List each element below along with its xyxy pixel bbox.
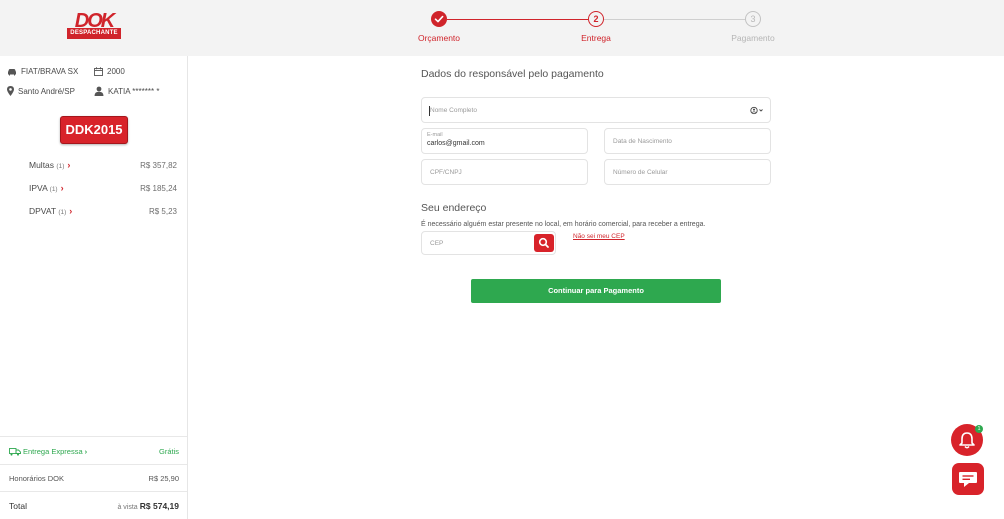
email-value: carlos@gmail.com [427, 140, 485, 147]
step-connector-pending [604, 19, 745, 20]
phone-input[interactable]: Número de Celular [604, 159, 771, 185]
dok-logo[interactable]: DOK DESPACHANTE [66, 11, 122, 42]
sidebar-divider [0, 436, 187, 437]
sidebar-divider [0, 491, 187, 492]
chevron-right-icon: › [69, 206, 73, 216]
order-summary-sidebar: FIAT/BRAVA SX 2000 Santo André/SP KATIA … [0, 56, 188, 519]
debt-row-ipva[interactable]: IPVA (1) › R$ 185,24 [29, 183, 177, 193]
vehicle-model-row: FIAT/BRAVA SX [7, 67, 78, 76]
user-icon [94, 86, 104, 96]
fees-value: R$ 25,90 [148, 474, 179, 483]
email-field[interactable]: E-mail carlos@gmail.com [421, 128, 588, 154]
fees-label: Honorários DOK [9, 474, 65, 483]
search-icon [538, 237, 549, 248]
step-1-label[interactable]: Orçamento [418, 33, 460, 43]
address-note: É necessário alguém estar presente no lo… [421, 221, 706, 228]
vehicle-owner-row: KATIA ******* * [94, 86, 159, 96]
chevron-right-icon: › [60, 183, 64, 193]
vehicle-year: 2000 [107, 67, 125, 76]
debt-label: Multas [29, 160, 55, 170]
step-2-label[interactable]: Entrega [581, 33, 611, 43]
debt-label: DPVAT [29, 206, 56, 216]
chevron-right-icon: › [84, 447, 88, 456]
delivery-row[interactable]: Entrega Expressa › Grátis [9, 447, 179, 456]
autofill-key-icon[interactable] [750, 106, 764, 115]
cpf-cnpj-input[interactable]: CPF/CNPJ [421, 159, 588, 185]
chat-support-button[interactable] [952, 463, 984, 495]
phone-placeholder: Número de Celular [613, 169, 668, 176]
cep-search-button[interactable] [534, 234, 554, 252]
payer-section-title: Dados do responsável pelo pagamento [421, 68, 604, 80]
sidebar-divider [0, 464, 187, 465]
cep-placeholder: CEP [430, 240, 444, 247]
car-icon [8, 68, 16, 75]
step-1-check-icon[interactable] [431, 11, 447, 27]
total-prefix: à vista [117, 504, 138, 511]
debt-count: (1) [58, 209, 67, 216]
full-name-placeholder: Nome Completo [430, 107, 477, 114]
delivery-value: Grátis [158, 447, 179, 456]
step-connector-completed [447, 19, 588, 20]
license-plate-badge: DDK2015 [60, 116, 128, 144]
vehicle-location: Santo André/SP [18, 86, 75, 96]
debt-row-multas[interactable]: Multas (1) › R$ 357,82 [29, 160, 177, 170]
total-label: Total [9, 501, 27, 511]
calendar-icon [94, 67, 103, 76]
vehicle-location-row: Santo André/SP [7, 86, 75, 96]
debt-count: (1) [56, 163, 65, 170]
step-3-label: Pagamento [731, 33, 775, 43]
chevron-right-icon: › [67, 160, 71, 170]
step-3-number: 3 [745, 11, 761, 27]
truck-icon [9, 447, 21, 456]
email-label: E-mail [427, 132, 443, 138]
address-section-title: Seu endereço [421, 202, 487, 214]
unknown-cep-link[interactable]: Não sei meu CEP [573, 233, 625, 240]
chat-bubble-icon [959, 472, 977, 487]
birth-date-placeholder: Data de Nascimento [613, 138, 672, 145]
vehicle-model: FIAT/BRAVA SX [21, 67, 79, 76]
continue-to-payment-button[interactable]: Continuar para Pagamento [471, 279, 721, 303]
birth-date-input[interactable]: Data de Nascimento [604, 128, 771, 154]
debt-value: R$ 185,24 [140, 183, 177, 193]
debt-value: R$ 5,23 [148, 206, 177, 216]
vehicle-year-row: 2000 [94, 67, 125, 76]
debt-row-dpvat[interactable]: DPVAT (1) › R$ 5,23 [29, 206, 177, 216]
total-row: Total à vista R$ 574,19 [9, 501, 179, 511]
step-2-number[interactable]: 2 [588, 11, 604, 27]
map-pin-icon [7, 86, 14, 96]
full-name-input[interactable]: Nome Completo [421, 97, 771, 123]
delivery-label: Entrega Expressa [23, 447, 83, 456]
fees-row: Honorários DOK R$ 25,90 [9, 474, 179, 483]
vehicle-owner: KATIA ******* * [108, 86, 160, 96]
logo-subtitle: DESPACHANTE [67, 28, 121, 39]
notification-count-badge: 1 [975, 425, 983, 433]
cpf-cnpj-placeholder: CPF/CNPJ [430, 169, 462, 176]
debt-count: (1) [49, 186, 58, 193]
debt-label: IPVA [29, 183, 48, 193]
top-header: DOK DESPACHANTE 2 3 Orçamento Entrega Pa… [0, 0, 1004, 56]
total-value: R$ 574,19 [139, 501, 179, 511]
debt-value: R$ 357,82 [140, 160, 177, 170]
